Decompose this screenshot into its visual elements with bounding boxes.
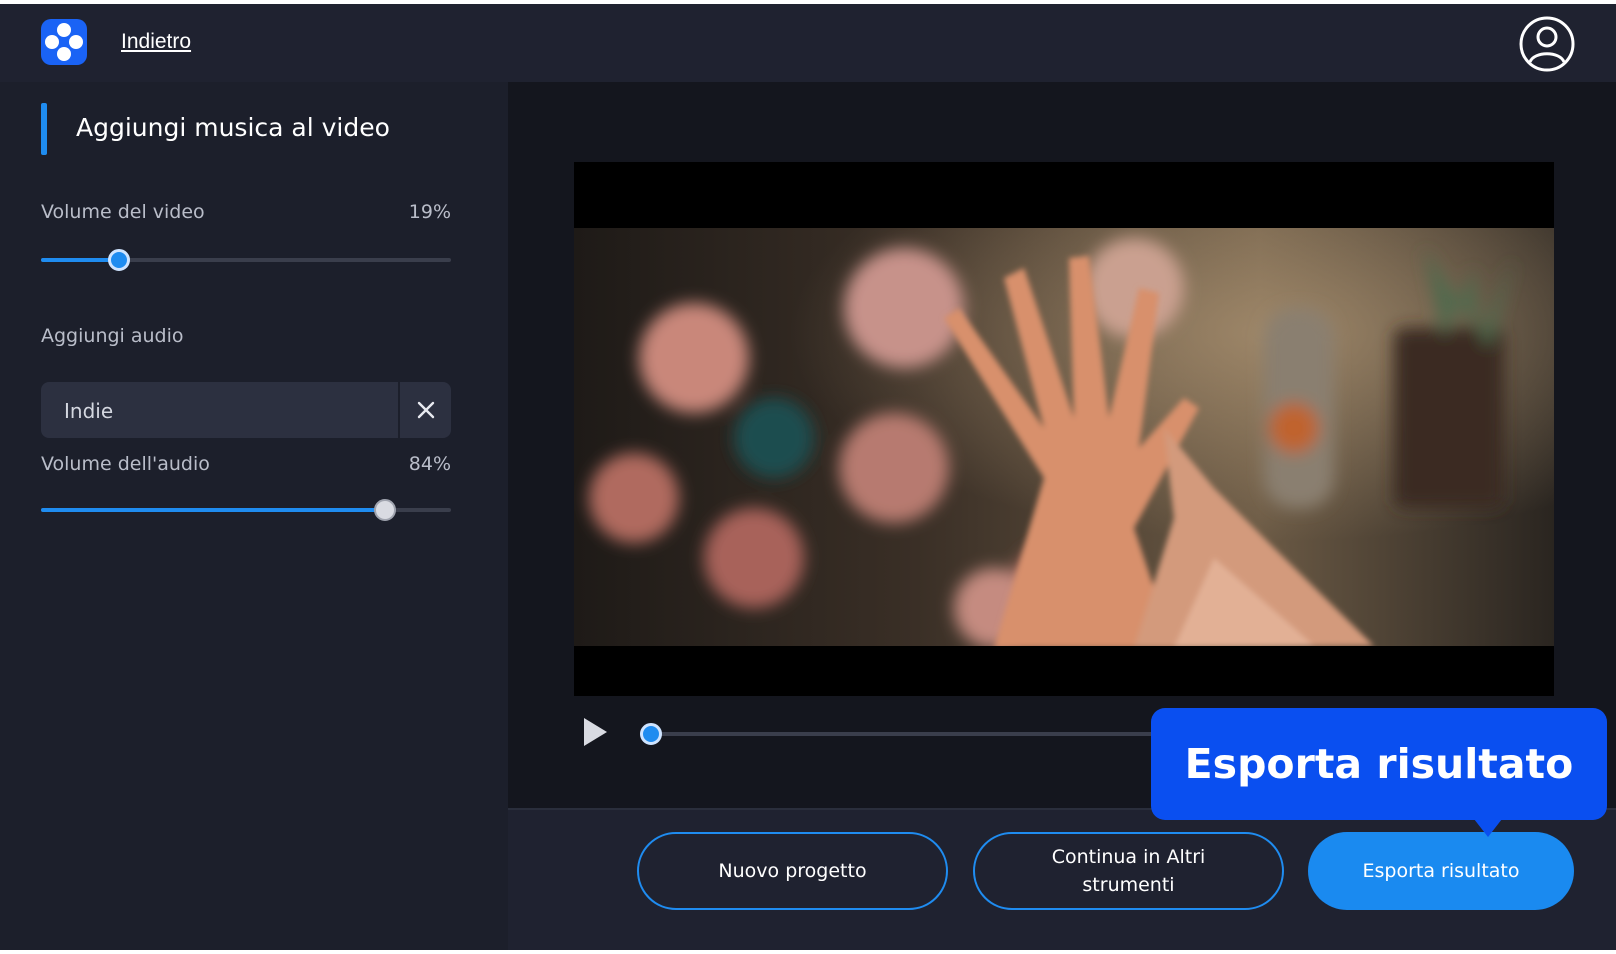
slider-thumb[interactable]: [374, 499, 397, 521]
audio-volume-value: 84%: [408, 453, 451, 475]
slider-fill: [41, 508, 386, 512]
video-volume-label: Volume del video: [41, 201, 205, 223]
tooltip-arrow: [1474, 819, 1502, 837]
add-audio-label: Aggiungi audio: [41, 325, 184, 347]
back-link[interactable]: Indietro: [121, 30, 191, 54]
video-volume-value: 19%: [408, 201, 451, 223]
app-logo-icon[interactable]: [41, 19, 87, 65]
audio-track-name: Indie: [64, 399, 114, 423]
audio-volume-slider[interactable]: [41, 499, 451, 521]
play-icon[interactable]: [580, 716, 610, 748]
export-button[interactable]: Esporta risultato: [1308, 832, 1574, 910]
new-project-button[interactable]: Nuovo progetto: [637, 832, 948, 910]
video-preview[interactable]: [574, 162, 1554, 696]
continue-tools-button[interactable]: Continua in Altri strumenti: [973, 832, 1284, 910]
action-bar: Nuovo progetto Continua in Altri strumen…: [508, 808, 1616, 950]
timeline-thumb[interactable]: [640, 723, 662, 745]
video-frame-image: [574, 228, 1554, 646]
user-account-icon[interactable]: [1518, 15, 1576, 73]
audio-volume-label: Volume dell'audio: [41, 453, 210, 475]
title-accent-bar: [41, 103, 47, 155]
audio-track-field[interactable]: Indie: [41, 382, 451, 438]
app-window: Indietro Aggiungi musica al video Volume…: [0, 4, 1616, 950]
export-tooltip: Esporta risultato: [1151, 708, 1607, 820]
preview-area: [508, 82, 1616, 808]
top-header: Indietro: [0, 4, 1616, 82]
close-icon[interactable]: [400, 382, 451, 438]
settings-sidebar: Aggiungi musica al video Volume del vide…: [0, 82, 508, 950]
slider-thumb[interactable]: [107, 249, 130, 271]
video-volume-slider[interactable]: [41, 249, 451, 271]
panel-title: Aggiungi musica al video: [76, 113, 390, 142]
